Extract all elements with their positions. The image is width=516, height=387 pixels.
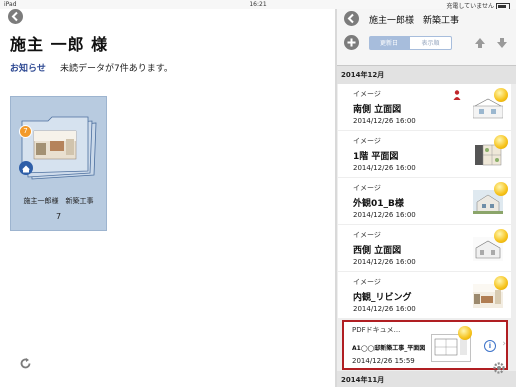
list-item[interactable]: イメージ 外観01_B様 2014/12/26 16:00 xyxy=(338,178,511,224)
sort-segment: 更新日 表示順 xyxy=(369,36,490,50)
new-badge-icon xyxy=(494,182,508,196)
project-tile[interactable]: 7 施主一郎様 新築工事 7 xyxy=(10,96,107,231)
left-pane: 施主 一郎 様 お知らせ 未読データが7件あります。 7 施主一郎様 新築工事 … xyxy=(0,9,335,387)
chevron-right-icon[interactable]: › xyxy=(502,339,506,349)
item-name: 西側 立面図 xyxy=(353,246,402,256)
info-icon[interactable]: i xyxy=(484,340,496,352)
list-header: 施主一郎様 新築工事 更新日 表示順 xyxy=(337,9,516,66)
item-date: 2014/12/26 16:00 xyxy=(353,305,416,313)
new-badge-icon xyxy=(494,88,508,102)
sort-by-updated[interactable]: 更新日 xyxy=(369,36,409,50)
gear-icon[interactable] xyxy=(492,361,506,375)
new-badge-icon xyxy=(458,326,472,340)
section-header: 2014年11月 xyxy=(337,371,516,387)
status-bar: iPad 16:21 充電していません xyxy=(0,0,516,10)
unread-badge: 7 xyxy=(19,125,32,138)
arrow-up-icon[interactable] xyxy=(473,36,487,50)
item-date: 2014/12/26 15:59 xyxy=(352,357,415,365)
arrow-down-icon[interactable] xyxy=(495,36,509,50)
sort-by-order[interactable]: 表示順 xyxy=(409,36,452,50)
back-icon[interactable] xyxy=(344,11,359,26)
section-header: 2014年12月 xyxy=(337,66,516,84)
add-icon[interactable] xyxy=(344,35,359,50)
item-name: 1階 平面図 xyxy=(353,152,399,162)
item-date: 2014/12/26 16:00 xyxy=(353,164,416,172)
item-name: 内観_リビング xyxy=(353,293,412,303)
item-category: イメージ xyxy=(353,278,381,286)
back-icon[interactable] xyxy=(8,9,23,24)
item-category: イメージ xyxy=(353,137,381,145)
list-title: 施主一郎様 新築工事 xyxy=(369,16,460,26)
list-item-selected[interactable]: PDFドキュメ... A1◯◯邸新築工事_平面図 2014/12/26 15:5… xyxy=(342,320,508,370)
new-badge-icon xyxy=(494,135,508,149)
notice-text: 未読データが7件あります。 xyxy=(60,64,173,74)
item-name: 南側 立面図 xyxy=(353,105,402,115)
home-icon xyxy=(19,161,33,175)
tile-count: 7 xyxy=(55,212,62,221)
new-badge-icon xyxy=(494,276,508,290)
item-category: イメージ xyxy=(353,184,381,192)
right-pane: 施主一郎様 新築工事 更新日 表示順 2014年12月 イメージ 南側 立面図 … xyxy=(337,9,516,387)
list-item[interactable]: イメージ 南側 立面図 2014/12/26 16:00 xyxy=(338,84,511,130)
item-date: 2014/12/26 16:00 xyxy=(353,211,416,219)
item-category: イメージ xyxy=(353,90,381,98)
item-category: PDFドキュメ... xyxy=(352,326,401,334)
refresh-icon[interactable] xyxy=(18,356,33,371)
person-icon xyxy=(453,90,461,100)
item-category: イメージ xyxy=(353,231,381,239)
item-name: 外観01_B様 xyxy=(353,199,404,209)
item-date: 2014/12/26 16:00 xyxy=(353,258,416,266)
page-title: 施主 一郎 様 xyxy=(10,35,109,54)
list-item[interactable]: イメージ 内観_リビング 2014/12/26 16:00 xyxy=(338,272,511,318)
status-time: 16:21 xyxy=(249,1,267,8)
new-badge-icon xyxy=(494,229,508,243)
notice-link[interactable]: お知らせ xyxy=(10,61,46,74)
tile-name: 施主一郎様 新築工事 xyxy=(23,197,94,205)
list-item[interactable]: イメージ 西側 立面図 2014/12/26 16:00 xyxy=(338,225,511,271)
list-item[interactable]: イメージ 1階 平面図 2014/12/26 16:00 xyxy=(338,131,511,177)
item-name: A1◯◯邸新築工事_平面図 xyxy=(352,345,426,352)
item-date: 2014/12/26 16:00 xyxy=(353,117,416,125)
